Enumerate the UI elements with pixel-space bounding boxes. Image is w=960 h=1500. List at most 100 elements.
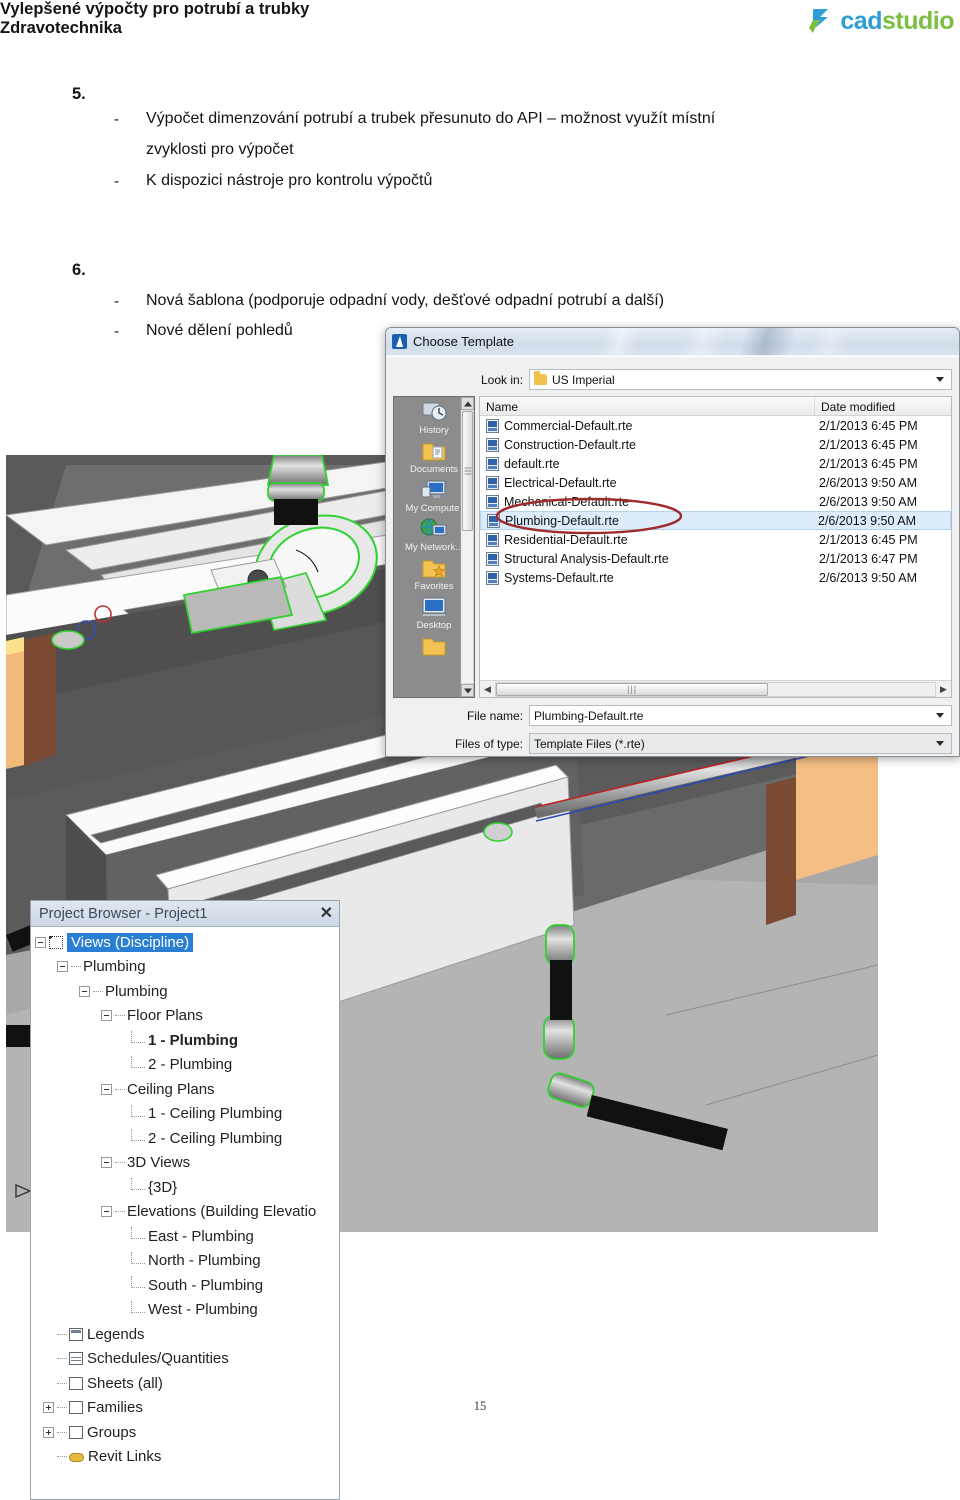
place-label: Desktop xyxy=(416,620,452,631)
bullet-dash: - xyxy=(114,293,119,310)
file-name: Electrical-Default.rte xyxy=(504,475,617,490)
chevron-down-icon[interactable] xyxy=(936,713,944,718)
tree-node-label: Schedules/Quantities xyxy=(87,1350,229,1368)
file-date: 2/6/2013 9:50 AM xyxy=(819,475,917,490)
close-icon[interactable]: ✕ xyxy=(320,905,333,922)
tree-node-label: 2 - Plumbing xyxy=(148,1056,233,1074)
choose-template-dialog[interactable]: Choose Template Look in: US Imperial His… xyxy=(385,327,960,757)
hscroll-track[interactable]: ||| xyxy=(495,681,936,697)
tree-node-2-plumbing[interactable]: 2 - Plumbing xyxy=(35,1053,339,1078)
file-name: Construction-Default.rte xyxy=(504,437,637,452)
file-name-input[interactable]: Plumbing-Default.rte xyxy=(529,705,952,726)
tree-node-sheets-all[interactable]: Sheets (all) xyxy=(35,1371,339,1396)
project-browser-title-bar[interactable]: Project Browser - Project1 ✕ xyxy=(31,901,339,927)
tree-node-label: Views (Discipline) xyxy=(67,932,194,952)
scroll-down-arrow-icon[interactable] xyxy=(461,684,474,697)
look-in-combo[interactable]: US Imperial xyxy=(529,369,952,390)
places-scrollbar[interactable] xyxy=(460,397,474,697)
folder-icon xyxy=(534,371,547,385)
file-date: 2/6/2013 9:50 AM xyxy=(819,494,917,509)
tree-node-east-plumbing[interactable]: East - Plumbing xyxy=(35,1224,339,1249)
group-icon xyxy=(69,1425,83,1439)
file-list-header: Name Date modified xyxy=(480,397,951,416)
section-5-number: 5. xyxy=(72,85,86,103)
column-header-name[interactable]: Name xyxy=(480,397,815,415)
file-row[interactable]: Construction-Default.rte 2/1/2013 6:45 P… xyxy=(480,435,951,454)
tree-node-label: South - Plumbing xyxy=(148,1276,264,1294)
document-body: 5. Vylepšené výpočty pro potrubí a trubk… xyxy=(0,0,960,340)
column-header-date-modified[interactable]: Date modified xyxy=(815,397,951,415)
tree-node-label: Floor Plans xyxy=(127,1007,203,1025)
hscroll-thumb[interactable]: ||| xyxy=(496,682,769,696)
collapse-icon[interactable] xyxy=(57,961,68,973)
collapse-icon[interactable] xyxy=(79,985,90,997)
collapse-icon[interactable] xyxy=(101,1010,112,1022)
tree-node-ceiling-plans[interactable]: Ceiling Plans xyxy=(35,1077,339,1102)
dialog-title-bar[interactable]: Choose Template xyxy=(386,328,959,356)
file-date: 2/1/2013 6:45 PM xyxy=(819,532,918,547)
tree-node-north-plumbing[interactable]: North - Plumbing xyxy=(35,1249,339,1274)
tree-node-label: 3D Views xyxy=(127,1154,191,1172)
file-row[interactable]: Systems-Default.rte 2/6/2013 9:50 AM xyxy=(480,568,951,587)
collapse-icon[interactable] xyxy=(101,1083,112,1095)
tree-node-south-plumbing[interactable]: South - Plumbing xyxy=(35,1273,339,1298)
tree-node-west-plumbing[interactable]: West - Plumbing xyxy=(35,1298,339,1323)
tree-node-3d[interactable]: {3D} xyxy=(35,1175,339,1200)
place-label: My Computer xyxy=(405,503,463,514)
my-computer-icon xyxy=(419,477,449,503)
file-row[interactable]: Electrical-Default.rte 2/6/2013 9:50 AM xyxy=(480,473,951,492)
tree-node-schedules-quantities[interactable]: Schedules/Quantities xyxy=(35,1347,339,1372)
rte-file-icon xyxy=(486,418,499,433)
tree-node-2-ceiling-plumbing[interactable]: 2 - Ceiling Plumbing xyxy=(35,1126,339,1151)
collapse-icon[interactable] xyxy=(101,1157,112,1169)
tree-node-label: 2 - Ceiling Plumbing xyxy=(148,1129,283,1147)
tree-node-label: Revit Links xyxy=(88,1448,162,1466)
files-of-type-label: Files of type: xyxy=(454,736,523,751)
expand-icon[interactable] xyxy=(43,1426,54,1438)
tree-node-plumbing-discipline[interactable]: Plumbing xyxy=(35,955,339,980)
tree-node-plumbing-sub[interactable]: Plumbing xyxy=(35,979,339,1004)
scroll-left-arrow-icon[interactable]: ◀ xyxy=(480,684,495,695)
tree-node-groups[interactable]: Groups xyxy=(35,1420,339,1445)
my-network-icon xyxy=(419,516,449,542)
file-date: 2/1/2013 6:45 PM xyxy=(819,437,918,452)
scroll-up-arrow-icon[interactable] xyxy=(461,397,474,410)
tree-node-label: Sheets (all) xyxy=(87,1374,163,1392)
scroll-right-arrow-icon[interactable]: ▶ xyxy=(936,684,951,695)
tree-node-1-plumbing[interactable]: 1 - Plumbing xyxy=(35,1028,339,1053)
tree-node-label: West - Plumbing xyxy=(148,1301,258,1319)
rte-file-icon xyxy=(486,570,499,585)
section-6-bullet-2: Nové dělení pohledů xyxy=(146,322,293,339)
red-ellipse-annotation xyxy=(495,497,683,535)
tree-node-1-ceiling-plumbing[interactable]: 1 - Ceiling Plumbing xyxy=(35,1102,339,1127)
files-of-type-value: Template Files (*.rte) xyxy=(534,736,645,751)
section-6-heading: Zdravotechnika xyxy=(0,19,122,37)
tree-node-floor-plans[interactable]: Floor Plans xyxy=(35,1004,339,1029)
places-bar[interactable]: History Documents My Computer My Network… xyxy=(393,396,475,698)
file-list[interactable]: Name Date modified Commercial-Default.rt… xyxy=(479,396,952,698)
bullet-dash: - xyxy=(114,323,119,340)
file-row[interactable]: Commercial-Default.rte 2/1/2013 6:45 PM xyxy=(480,416,951,435)
file-list-horizontal-scrollbar[interactable]: ◀ ||| ▶ xyxy=(480,680,951,697)
chevron-down-icon[interactable] xyxy=(936,377,944,382)
collapse-icon[interactable] xyxy=(101,1206,112,1218)
tree-node-elevations[interactable]: Elevations (Building Elevatio xyxy=(35,1200,339,1225)
file-date: 2/6/2013 9:50 AM xyxy=(819,570,917,585)
files-of-type-combo[interactable]: Template Files (*.rte) xyxy=(529,733,952,754)
project-browser-title: Project Browser - Project1 xyxy=(39,905,208,922)
collapse-icon[interactable] xyxy=(35,936,46,948)
tree-node-3d-views[interactable]: 3D Views xyxy=(35,1151,339,1176)
dialog-title: Choose Template xyxy=(413,334,514,349)
file-row[interactable]: Structural Analysis-Default.rte 2/1/2013… xyxy=(480,549,951,568)
tree-node-legends[interactable]: Legends xyxy=(35,1322,339,1347)
file-name-value: Plumbing-Default.rte xyxy=(534,708,644,723)
chevron-down-icon[interactable] xyxy=(936,741,944,746)
tree-node-revit-links[interactable]: Revit Links xyxy=(35,1445,339,1470)
file-row[interactable]: default.rte 2/1/2013 6:45 PM xyxy=(480,454,951,473)
tree-node-views-discipline[interactable]: Views (Discipline) xyxy=(35,930,339,955)
favorites-folder-icon xyxy=(419,555,449,581)
folder-icon xyxy=(419,633,449,659)
crop-view-icon xyxy=(49,935,63,949)
project-browser-tree[interactable]: Views (Discipline) Plumbing Plumbing Flo… xyxy=(31,927,339,1469)
scrollbar-thumb[interactable] xyxy=(462,411,473,531)
